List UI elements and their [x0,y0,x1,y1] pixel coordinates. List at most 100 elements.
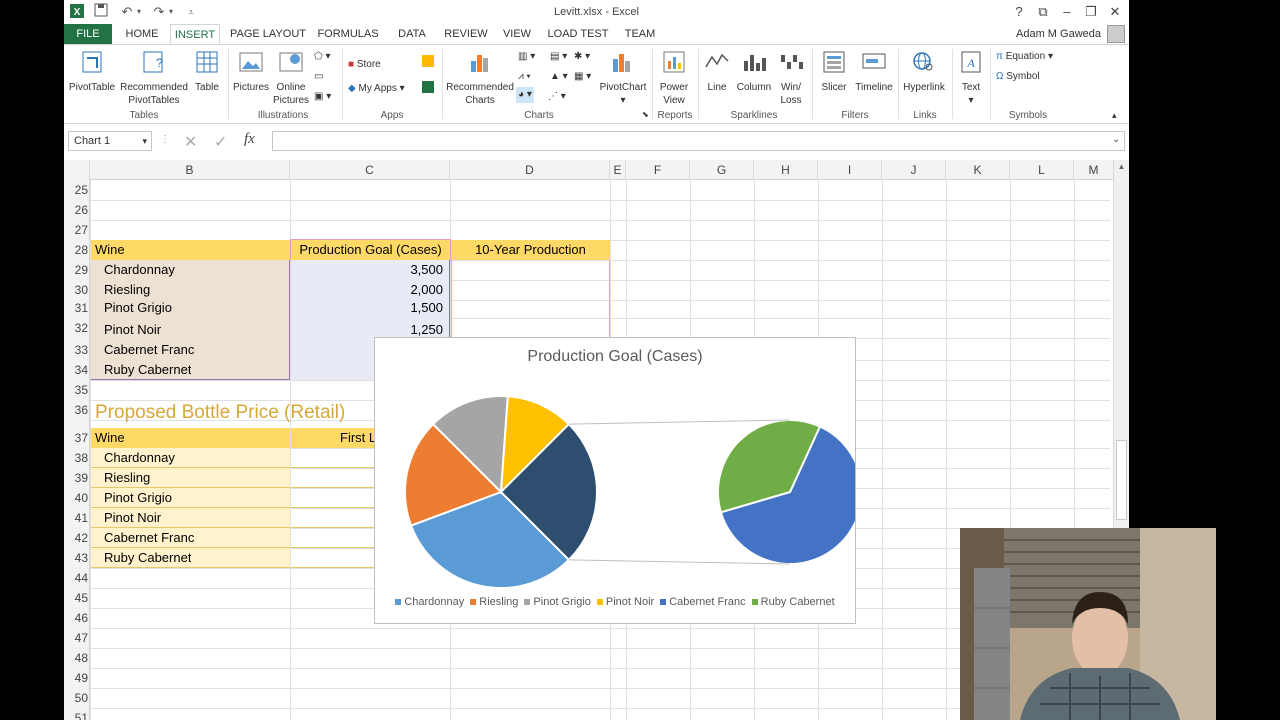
hierarchy-chart-icon[interactable]: ▤ ▾ [550,49,567,65]
tab-view[interactable]: VIEW [498,24,536,44]
collapse-ribbon-icon[interactable]: ▴ [1112,107,1117,123]
combo-chart-icon[interactable]: ▦ ▾ [574,69,591,85]
table1-wine-cell[interactable]: Ruby Cabernet [104,362,191,377]
row-header[interactable]: 48 [64,651,90,665]
table1-goal-cell[interactable]: 2,000 [291,282,443,297]
table2-wine-cell[interactable]: Chardonnay [104,450,175,465]
symbol-button[interactable]: Ω Symbol [996,69,1040,85]
cancel-icon[interactable]: ✕ [184,132,197,152]
table2-header-wine[interactable]: Wine [95,430,125,445]
sparkline-column-button[interactable]: Column [734,49,774,94]
bing-maps-icon[interactable] [422,55,434,71]
table2-wine-cell[interactable]: Riesling [104,470,150,485]
row-header[interactable]: 49 [64,671,90,685]
minimize-icon[interactable]: – [1056,3,1078,21]
legend-item[interactable]: Riesling [470,596,518,608]
row-header[interactable]: 35 [64,383,90,397]
text-button[interactable]: A Text ▾ [954,49,988,107]
table1-goal-cell[interactable]: 1,500 [291,300,443,315]
row-header[interactable]: 50 [64,691,90,705]
row-header[interactable]: 31 [64,301,90,315]
row-header[interactable]: 42 [64,531,90,545]
tab-load-test[interactable]: LOAD TEST [546,24,610,44]
table2-wine-cell[interactable]: Pinot Grigio [104,490,172,505]
row-header[interactable]: 29 [64,263,90,277]
help-button[interactable]: ? [1008,3,1030,21]
expand-formula-icon[interactable]: ⌄ [1112,134,1120,145]
enter-icon[interactable]: ✓ [214,132,227,152]
column-header-h[interactable]: H [754,160,818,180]
column-header-d[interactable]: D [450,160,610,180]
tab-data[interactable]: DATA [390,24,434,44]
close-icon[interactable]: ✕ [1104,3,1126,21]
table2-title[interactable]: Proposed Bottle Price (Retail) [95,402,345,424]
tab-team[interactable]: TEAM [620,24,660,44]
table2-header-first[interactable]: First L [340,430,376,445]
chart-1[interactable]: Production Goal (Cases) Chardonnay Riesli… [374,337,856,624]
tab-review[interactable]: REVIEW [442,24,490,44]
screenshot-icon[interactable]: ▣ ▾ [314,89,331,105]
row-header[interactable]: 25 [64,183,90,197]
legend-item[interactable]: Pinot Noir [596,596,654,608]
column-header-j[interactable]: J [882,160,946,180]
table1-wine-cell[interactable]: Pinot Grigio [104,300,172,315]
column-header-m[interactable]: M [1074,160,1114,180]
column-header-c[interactable]: C [290,160,450,180]
smartart-icon[interactable]: ▭ [314,69,323,85]
row-header[interactable]: 43 [64,551,90,565]
formula-input[interactable] [272,131,1125,151]
line-chart-icon[interactable]: ⩘ ▾ [518,69,531,85]
column-header-b[interactable]: B [90,160,290,180]
scatter-chart-icon[interactable]: ⋰ ▾ [548,89,566,105]
row-header[interactable]: 46 [64,611,90,625]
pivottable-button[interactable]: PivotTable [68,49,116,94]
row-header[interactable]: 36 [64,403,90,417]
myapps-button[interactable]: ◆ My Apps ▾ [348,81,405,97]
pivotchart-button[interactable]: PivotChart ▾ [596,49,650,107]
power-view-button[interactable]: Power View [654,49,694,107]
pictures-button[interactable]: Pictures [232,49,270,94]
scroll-thumb[interactable] [1116,440,1127,520]
select-all-corner[interactable] [64,160,90,180]
insert-function-button[interactable]: fx [244,131,255,148]
table1-goal-cell[interactable]: 3,500 [291,262,443,277]
user-avatar[interactable] [1107,25,1125,43]
row-header[interactable]: 34 [64,363,90,377]
table2-wine-cell[interactable]: Pinot Noir [104,510,161,525]
timeline-button[interactable]: Timeline [852,49,896,94]
row-header[interactable]: 30 [64,283,90,297]
row-header[interactable]: 41 [64,511,90,525]
equation-button[interactable]: π Equation ▾ [996,49,1053,65]
pie-chart-icon[interactable]: ◕ ▾ [516,87,534,103]
table1-goal-cell[interactable]: 1,250 [291,322,443,337]
column-header-g[interactable]: G [690,160,754,180]
row-header[interactable]: 39 [64,471,90,485]
column-header-k[interactable]: K [946,160,1010,180]
table1-wine-cell[interactable]: Cabernet Franc [104,342,194,357]
column-header-f[interactable]: F [626,160,690,180]
table1-header-wine[interactable]: Wine [95,242,125,257]
legend-item[interactable]: Cabernet Franc [660,596,746,608]
people-graph-icon[interactable] [422,81,434,97]
legend-item[interactable]: Ruby Cabernet [751,596,835,608]
column-header-l[interactable]: L [1010,160,1074,180]
sparkline-line-button[interactable]: Line [700,49,734,94]
row-header[interactable]: 40 [64,491,90,505]
column-header-i[interactable]: I [818,160,882,180]
statistic-chart-icon[interactable]: ▲ ▾ [550,69,568,85]
table2-wine-cell[interactable]: Cabernet Franc [104,530,194,545]
row-header[interactable]: 38 [64,451,90,465]
table1-header-ten-year[interactable]: 10-Year Production [451,242,610,257]
row-header[interactable]: 26 [64,203,90,217]
name-box-dropdown-icon[interactable]: ▾ [142,132,147,150]
table1-wine-cell[interactable]: Riesling [104,282,150,297]
tab-formulas[interactable]: FORMULAS [316,24,380,44]
row-header[interactable]: 33 [64,343,90,357]
legend-item[interactable]: Pinot Grigio [524,596,591,608]
restore-icon[interactable]: ❐ [1080,3,1102,21]
row-header[interactable]: 45 [64,591,90,605]
hyperlink-button[interactable]: Hyperlink [900,49,948,94]
table2-wine-cell[interactable]: Ruby Cabernet [104,550,191,565]
sparkline-winloss-button[interactable]: Win/ Loss [776,49,806,107]
charts-dialog-launcher-icon[interactable]: ⬊ [642,107,649,123]
